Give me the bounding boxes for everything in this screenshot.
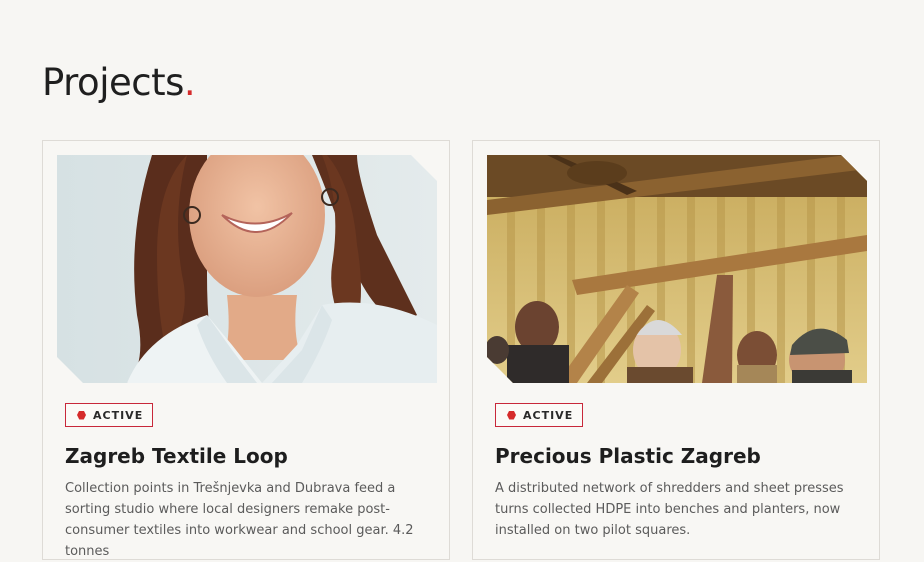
status-badge: ACTIVE	[495, 403, 584, 427]
hexagon-icon	[507, 410, 516, 420]
projects-page: Projects. ACTIVE Zagreb Textile Loop Col…	[0, 0, 924, 560]
page-title-dot: .	[183, 61, 196, 104]
hexagon-icon	[77, 410, 86, 420]
status-badge-label: ACTIVE	[523, 408, 574, 422]
project-card-precious-plastic-zagreb[interactable]: ACTIVE Precious Plastic Zagreb A distrib…	[472, 140, 880, 560]
page-title-text: Projects	[42, 61, 184, 104]
project-description: Collection points in Trešnjevka and Dubr…	[65, 481, 414, 559]
project-title[interactable]: Zagreb Textile Loop	[65, 443, 288, 469]
project-image-workshop	[487, 155, 867, 383]
status-badge-label: ACTIVE	[93, 408, 144, 422]
project-title[interactable]: Precious Plastic Zagreb	[495, 443, 761, 469]
project-description: A distributed network of shredders and s…	[495, 481, 844, 538]
status-badge: ACTIVE	[65, 403, 154, 427]
page-title: Projects.	[42, 58, 196, 108]
project-image-portrait	[57, 155, 437, 383]
project-card-zagreb-textile-loop[interactable]: ACTIVE Zagreb Textile Loop Collection po…	[42, 140, 450, 560]
